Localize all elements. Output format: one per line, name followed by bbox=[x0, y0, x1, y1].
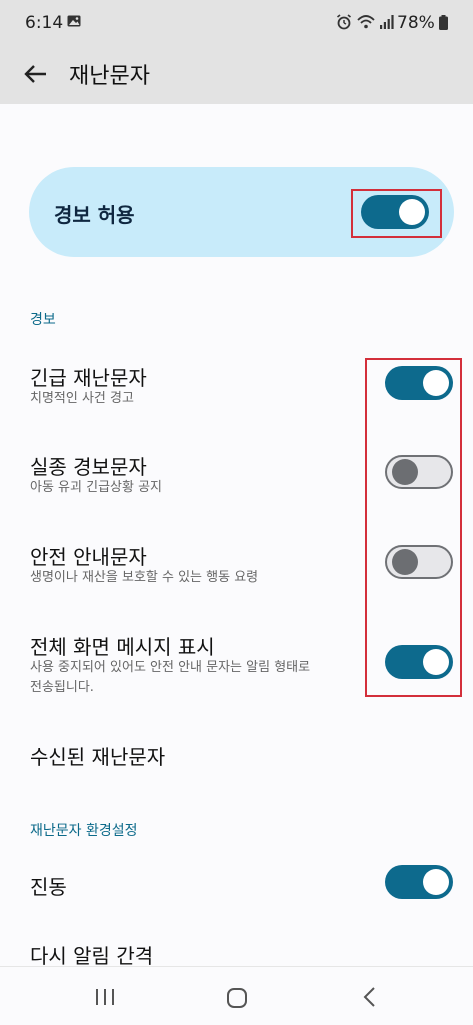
status-time: 6:14 bbox=[25, 13, 64, 33]
list-item-title: 다시 알림 간격 bbox=[30, 944, 154, 968]
gallery-notification-icon bbox=[67, 15, 81, 27]
alerts-switches-highlight-box bbox=[365, 358, 462, 697]
list-item-title: 긴급 재난문자 bbox=[30, 366, 147, 390]
back-icon[interactable] bbox=[362, 986, 378, 1008]
list-item-title: 진동 bbox=[30, 875, 67, 899]
list-item-subtitle: 치명적인 사건 경고 bbox=[30, 391, 134, 406]
arrow-left-icon bbox=[24, 65, 46, 83]
master-switch-highlight-box bbox=[351, 189, 442, 238]
app-bar: 재난문자 bbox=[0, 46, 473, 104]
section-header-preferences: 재난문자 환경설정 bbox=[30, 823, 138, 839]
list-item-title: 전체 화면 메시지 표시 bbox=[30, 635, 215, 659]
master-alert-label: 경보 허용 bbox=[54, 203, 135, 227]
list-item-subtitle: 사용 중지되어 있어도 안전 안내 문자는 알림 형태로 전송됩니다. bbox=[30, 660, 311, 695]
section-header-alerts: 경보 bbox=[30, 312, 56, 328]
list-item-title: 안전 안내문자 bbox=[30, 545, 147, 569]
page-title: 재난문자 bbox=[69, 64, 150, 89]
status-bar: 6:14 78% bbox=[0, 0, 473, 46]
recent-apps-icon[interactable] bbox=[93, 987, 117, 1007]
vibration-switch[interactable] bbox=[385, 865, 453, 899]
home-icon[interactable] bbox=[226, 987, 248, 1009]
list-item-title: 수신된 재난문자 bbox=[30, 745, 166, 769]
wifi-icon bbox=[357, 15, 375, 29]
list-item-subtitle: 아동 유괴 긴급상황 공지 bbox=[30, 480, 162, 495]
alarm-icon bbox=[337, 14, 351, 30]
switch-knob bbox=[423, 869, 449, 895]
list-item-title: 실종 경보문자 bbox=[30, 455, 147, 479]
battery-percentage: 78% bbox=[397, 13, 435, 33]
list-item-subtitle: 생명이나 재산을 보호할 수 있는 행동 요령 bbox=[30, 570, 259, 585]
back-button[interactable] bbox=[18, 56, 54, 92]
navigation-bar bbox=[0, 966, 473, 1025]
battery-icon bbox=[439, 15, 448, 30]
signal-icon bbox=[380, 15, 394, 29]
